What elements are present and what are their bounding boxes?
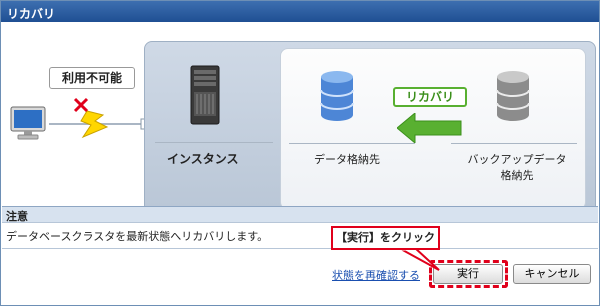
notice-message: データベースクラスタを最新状態へリカバリします。 — [2, 223, 598, 249]
server-icon — [190, 65, 220, 125]
backup-dest-label-line2: 格納先 — [500, 169, 534, 182]
storage-panel: データ格納先 バックアップデータ 格納先 — [280, 48, 586, 210]
callout-pointer — [398, 248, 440, 271]
dialog-title: リカバリ — [1, 1, 599, 22]
left-arrow-icon — [397, 113, 462, 143]
client-computer-icon — [10, 106, 46, 140]
notice-heading: 注意 — [2, 206, 598, 223]
recovery-dialog: リカバリ 利用不可能 インスタンス データ格納先 バックアップデータ 格納先 リ… — [0, 0, 600, 306]
database-icon — [320, 71, 354, 121]
recovery-tag: リカバリ — [393, 87, 467, 107]
cancel-button[interactable]: キャンセル — [513, 264, 591, 284]
backup-database-icon — [496, 71, 530, 121]
unavailable-label: 利用不可能 — [49, 67, 135, 89]
instance-label: インスタンス — [167, 152, 239, 166]
click-instruction-callout: 【実行】をクリック — [331, 226, 440, 250]
data-dest-label: データ格納先 — [314, 153, 380, 166]
backup-dest-label-line1: バックアップデータ — [467, 153, 567, 166]
broken-connection-icon — [73, 97, 109, 139]
instance-panel: インスタンス データ格納先 バックアップデータ 格納先 — [144, 41, 596, 217]
recovery-diagram: 利用不可能 インスタンス データ格納先 バックアップデータ 格納先 リカバリ — [1, 23, 599, 217]
